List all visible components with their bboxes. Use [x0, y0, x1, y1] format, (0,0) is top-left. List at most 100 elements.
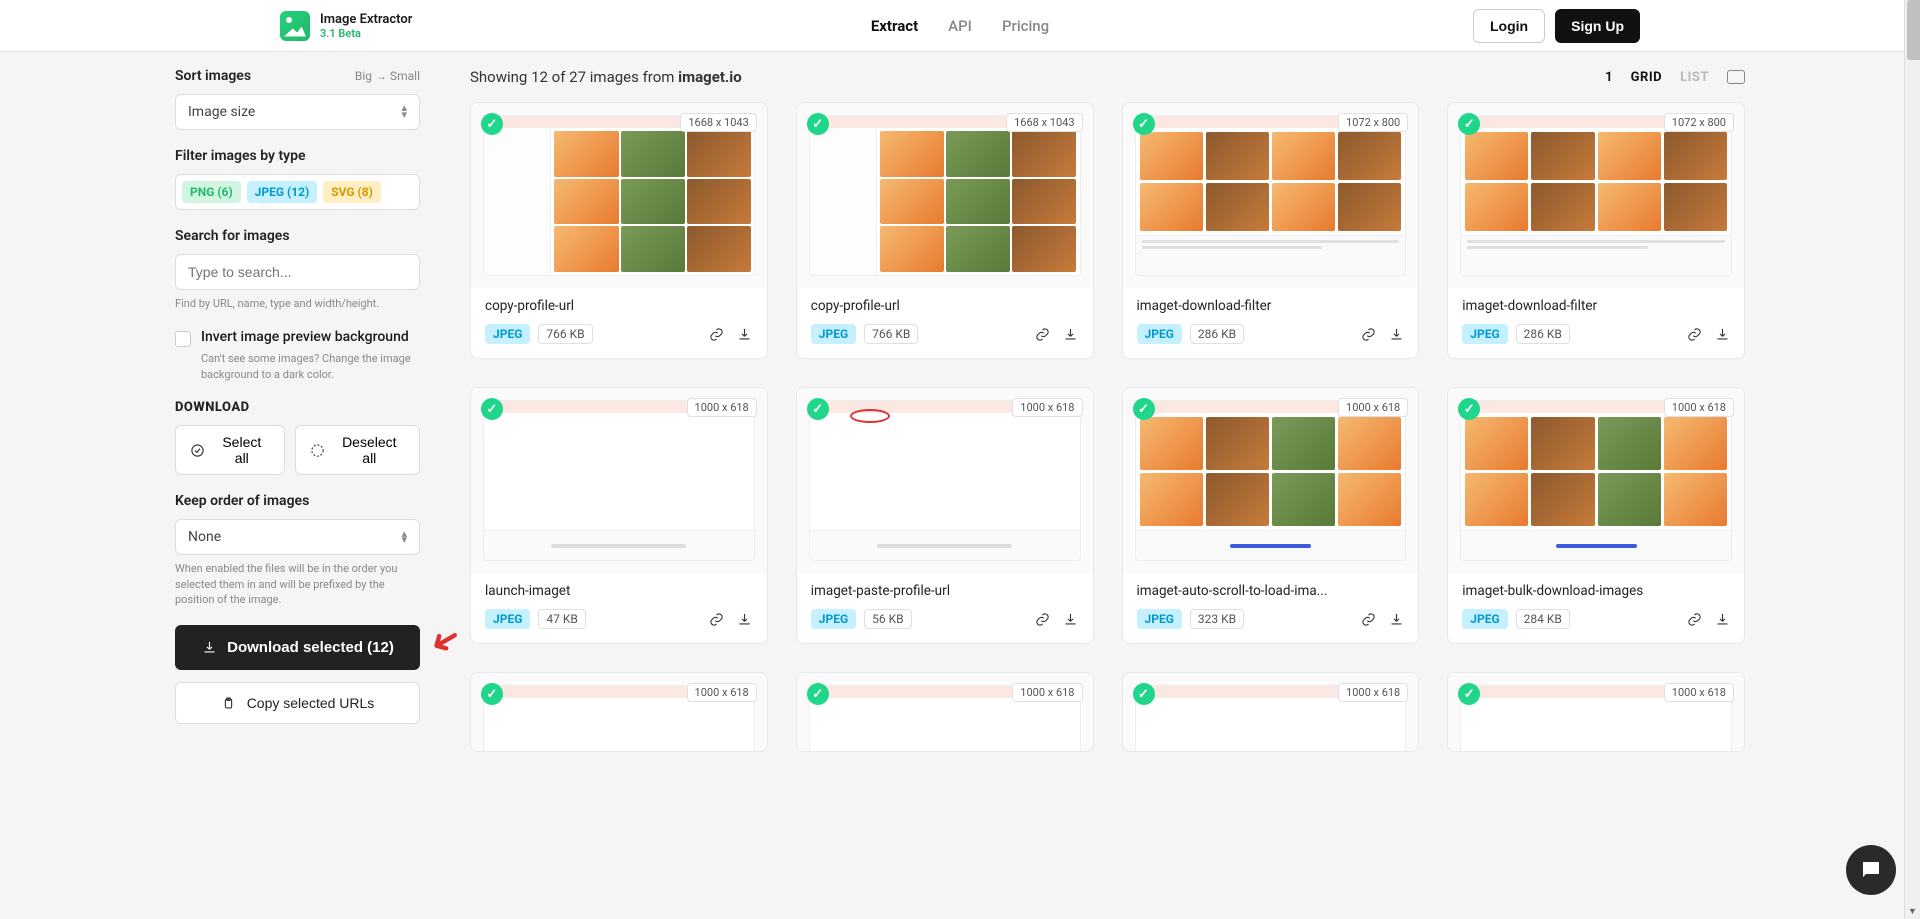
- login-button[interactable]: Login: [1473, 9, 1545, 43]
- chat-fab[interactable]: [1846, 845, 1896, 895]
- selected-check-icon[interactable]: ✓: [807, 398, 829, 420]
- copy-urls-button[interactable]: Copy selected URLs: [175, 682, 420, 724]
- sort-order[interactable]: Big → Small: [355, 69, 420, 83]
- filetype-badge: JPEG: [1462, 324, 1507, 344]
- card-preview: ✓ 1000 x 618: [1123, 673, 1419, 752]
- keep-order-select[interactable]: None ▴▾: [175, 519, 420, 555]
- deselect-all-button[interactable]: Deselect all: [295, 425, 420, 475]
- dimension-badge: 1668 x 1043: [680, 113, 756, 132]
- source-domain: imaget.io: [678, 68, 742, 86]
- dimension-badge: 1000 x 618: [687, 398, 757, 417]
- image-card[interactable]: ✓ 1668 x 1043 copy-profile-url JPEG 766 …: [470, 102, 768, 359]
- signup-button[interactable]: Sign Up: [1555, 9, 1640, 43]
- image-card[interactable]: ✓ 1072 x 800 imaget-download-filter JPEG…: [1447, 102, 1745, 359]
- filesize-badge: 47 KB: [538, 609, 585, 629]
- card-preview: ✓ 1000 x 618: [1448, 673, 1744, 752]
- download-icon[interactable]: [1063, 611, 1079, 627]
- scroll-thumb[interactable]: [1907, 0, 1920, 60]
- link-icon[interactable]: [709, 326, 725, 342]
- link-icon[interactable]: [1035, 611, 1051, 627]
- logo-block[interactable]: Image Extractor 3.1 Beta: [280, 11, 412, 41]
- chevron-updown-icon: ▴▾: [401, 105, 407, 118]
- download-icon[interactable]: [1714, 326, 1730, 342]
- selected-check-icon[interactable]: ✓: [481, 683, 503, 705]
- card-preview: ✓ 1072 x 800: [1123, 103, 1419, 288]
- card-preview: ✓ 1668 x 1043: [797, 103, 1093, 288]
- filter-chips: PNG (6) JPEG (12) SVG (8): [175, 174, 420, 210]
- search-label: Search for images: [175, 228, 420, 244]
- filesize-badge: 323 KB: [1190, 609, 1244, 629]
- card-title: imaget-download-filter: [1137, 298, 1405, 314]
- annotation-arrow: [424, 615, 467, 665]
- download-icon[interactable]: [737, 326, 753, 342]
- image-card[interactable]: ✓ 1072 x 800 imaget-download-filter JPEG…: [1122, 102, 1420, 359]
- image-card[interactable]: ✓ 1000 x 618 imaget-auto-scroll-to-load-…: [1122, 387, 1420, 644]
- search-input[interactable]: [175, 254, 420, 290]
- invert-checkbox[interactable]: [175, 331, 191, 347]
- download-icon[interactable]: [1714, 611, 1730, 627]
- download-icon[interactable]: [1063, 326, 1079, 342]
- image-card[interactable]: ✓ 1000 x 618: [470, 672, 768, 752]
- download-icon[interactable]: [1388, 611, 1404, 627]
- link-icon[interactable]: [1035, 326, 1051, 342]
- content-area: Showing 12 of 27 images from imaget.io 1…: [470, 68, 1745, 752]
- image-card[interactable]: ✓ 1000 x 618 imaget-paste-profile-url JP…: [796, 387, 1094, 644]
- download-selected-button[interactable]: Download selected (12): [175, 625, 420, 670]
- image-card[interactable]: ✓ 1000 x 618: [1122, 672, 1420, 752]
- card-preview: ✓ 1000 x 618: [471, 388, 767, 573]
- link-icon[interactable]: [709, 611, 725, 627]
- selected-check-icon[interactable]: ✓: [807, 113, 829, 135]
- card-title: launch-imaget: [485, 583, 753, 599]
- link-icon[interactable]: [1360, 326, 1376, 342]
- filetype-badge: JPEG: [1137, 324, 1182, 344]
- keep-order-label: Keep order of images: [175, 493, 420, 509]
- image-card[interactable]: ✓ 1668 x 1043 copy-profile-url JPEG 766 …: [796, 102, 1094, 359]
- download-icon: [201, 640, 217, 656]
- dimension-badge: 1072 x 800: [1664, 113, 1734, 132]
- nav-extract[interactable]: Extract: [871, 17, 918, 35]
- link-icon[interactable]: [1686, 326, 1702, 342]
- link-icon[interactable]: [1360, 611, 1376, 627]
- filesize-badge: 284 KB: [1516, 609, 1570, 629]
- page-number[interactable]: 1: [1605, 70, 1612, 85]
- scroll-down-icon[interactable]: ▼: [1905, 903, 1920, 919]
- filetype-badge: JPEG: [485, 609, 530, 629]
- app-title: Image Extractor: [320, 12, 412, 27]
- selected-check-icon[interactable]: ✓: [1133, 113, 1155, 135]
- filesize-badge: 286 KB: [1190, 324, 1244, 344]
- app-logo-icon: [280, 11, 310, 41]
- link-icon[interactable]: [1686, 611, 1702, 627]
- resize-icon[interactable]: [1727, 70, 1745, 84]
- card-preview: ✓ 1000 x 618: [797, 673, 1093, 752]
- selected-check-icon[interactable]: ✓: [807, 683, 829, 705]
- selected-check-icon[interactable]: ✓: [481, 398, 503, 420]
- select-all-button[interactable]: Select all: [175, 425, 285, 475]
- card-title: copy-profile-url: [485, 298, 753, 314]
- card-preview: ✓ 1000 x 618: [797, 388, 1093, 573]
- chip-png[interactable]: PNG (6): [182, 181, 241, 203]
- selected-check-icon[interactable]: ✓: [1133, 683, 1155, 705]
- image-card[interactable]: ✓ 1000 x 618: [1447, 672, 1745, 752]
- sort-value: Image size: [188, 104, 255, 120]
- keep-order-hint: When enabled the files will be in the or…: [175, 561, 420, 607]
- scrollbar[interactable]: ▲ ▼: [1904, 0, 1920, 919]
- view-list-toggle[interactable]: LIST: [1680, 70, 1709, 85]
- header-actions: Login Sign Up: [1473, 9, 1640, 43]
- nav-api[interactable]: API: [948, 17, 972, 35]
- image-card[interactable]: ✓ 1000 x 618 launch-imaget JPEG 47 KB: [470, 387, 768, 644]
- sort-select[interactable]: Image size ▴▾: [175, 94, 420, 130]
- chip-jpeg[interactable]: JPEG (12): [247, 181, 318, 203]
- chip-svg[interactable]: SVG (8): [323, 181, 381, 203]
- selected-check-icon[interactable]: ✓: [481, 113, 503, 135]
- view-grid-toggle[interactable]: GRID: [1631, 70, 1662, 85]
- download-icon[interactable]: [1388, 326, 1404, 342]
- image-card[interactable]: ✓ 1000 x 618: [796, 672, 1094, 752]
- download-icon[interactable]: [737, 611, 753, 627]
- dimension-badge: 1072 x 800: [1338, 113, 1408, 132]
- filesize-badge: 766 KB: [538, 324, 592, 344]
- filter-label: Filter images by type: [175, 148, 420, 164]
- selected-check-icon[interactable]: ✓: [1133, 398, 1155, 420]
- nav-pricing[interactable]: Pricing: [1002, 17, 1049, 35]
- card-preview: ✓ 1000 x 618: [1123, 388, 1419, 573]
- image-card[interactable]: ✓ 1000 x 618 imaget-bulk-download-images…: [1447, 387, 1745, 644]
